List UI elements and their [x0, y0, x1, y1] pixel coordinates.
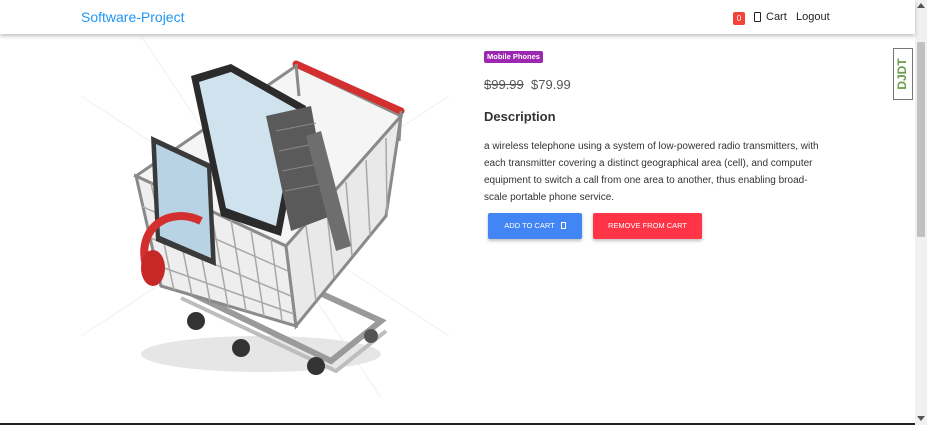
djdt-logo-icon: DJDT	[895, 58, 909, 90]
add-to-cart-label: ADD TO CART	[504, 221, 555, 230]
navbar: Software-Project 0 Cart Logout	[0, 0, 915, 34]
logout-link[interactable]: Logout	[796, 11, 830, 23]
scroll-down-arrow-icon[interactable]	[917, 416, 925, 421]
description-text: a wireless telephone using a system of l…	[484, 141, 819, 203]
cart-link[interactable]: Cart	[766, 11, 787, 23]
description-heading: Description	[484, 109, 556, 124]
cart-count-badge: 0	[733, 12, 745, 25]
scroll-thumb[interactable]	[917, 42, 925, 237]
debug-toolbar-toggle[interactable]: DJDT	[893, 48, 913, 100]
category-badge: Mobile Phones	[484, 51, 543, 63]
new-price: $79.99	[531, 77, 571, 92]
add-to-cart-button[interactable]: ADD TO CART	[488, 213, 582, 239]
old-price: $99.99	[484, 77, 524, 92]
remove-from-cart-label: REMOVE FROM CART	[607, 221, 688, 230]
djdt-logo-text: DJDT	[895, 58, 909, 90]
remove-from-cart-button[interactable]: REMOVE FROM CART	[593, 213, 702, 239]
product-image	[81, 36, 449, 398]
cart-icon	[560, 221, 566, 229]
brand-link[interactable]: Software-Project	[81, 9, 184, 25]
scroll-up-arrow-icon[interactable]	[917, 3, 925, 8]
cart-icon[interactable]	[754, 12, 761, 22]
vertical-scrollbar[interactable]	[915, 0, 927, 425]
